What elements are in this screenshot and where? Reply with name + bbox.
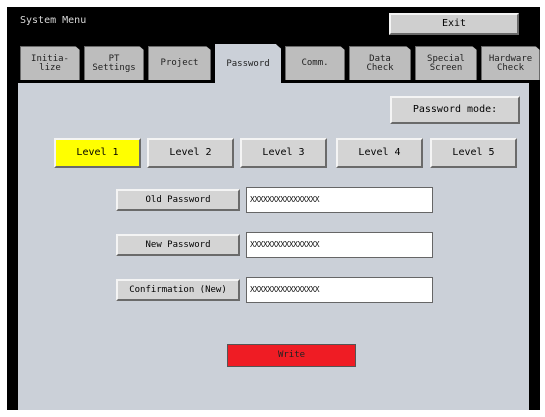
level-1-button[interactable]: Level 1 (54, 138, 141, 168)
pt-screen: System Menu Exit Initia- lize PT Setting… (7, 7, 540, 410)
old-password-field[interactable]: XXXXXXXXXXXXXXXX (246, 187, 433, 213)
level-2-button[interactable]: Level 2 (147, 138, 234, 168)
confirmation-field[interactable]: XXXXXXXXXXXXXXXX (246, 277, 433, 303)
password-panel: Password mode: Level 1 Level 2 Level 3 L… (18, 83, 529, 410)
title-bar: System Menu Exit (7, 7, 540, 43)
tab-comm[interactable]: Comm. (285, 46, 345, 80)
level-5-button[interactable]: Level 5 (430, 138, 517, 168)
write-button[interactable]: Write (227, 344, 356, 367)
window-title: System Menu (20, 15, 87, 26)
tab-data-check[interactable]: Data Check (349, 46, 411, 80)
tab-project[interactable]: Project (148, 46, 211, 80)
new-password-field[interactable]: XXXXXXXXXXXXXXXX (246, 232, 433, 258)
password-mode-button[interactable]: Password mode: (390, 96, 520, 124)
exit-button[interactable]: Exit (389, 13, 519, 35)
level-3-button[interactable]: Level 3 (240, 138, 327, 168)
tab-special-screen[interactable]: Special Screen (415, 46, 477, 80)
tab-bar: Initia- lize PT Settings Project Passwor… (7, 43, 540, 83)
new-password-label: New Password (116, 234, 240, 256)
tab-initialize[interactable]: Initia- lize (20, 46, 80, 80)
confirmation-label: Confirmation (New) (116, 279, 240, 301)
old-password-label: Old Password (116, 189, 240, 211)
level-4-button[interactable]: Level 4 (336, 138, 423, 168)
tab-password[interactable]: Password (215, 44, 281, 83)
tab-hardware-check[interactable]: Hardware Check (481, 46, 540, 80)
tab-pt-settings[interactable]: PT Settings (84, 46, 144, 80)
